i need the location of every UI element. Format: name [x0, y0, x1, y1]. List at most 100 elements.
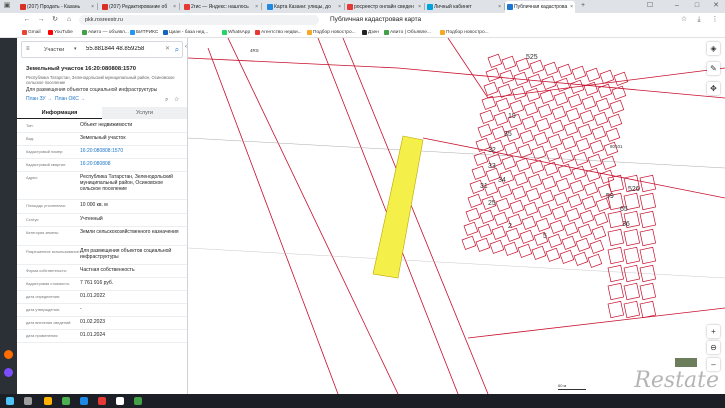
app-icon[interactable] [80, 397, 88, 405]
attribute-value[interactable]: 16:20:080808:1570 [80, 148, 184, 154]
bookmark-item[interactable]: Агентство недви... [255, 28, 302, 37]
plan-oks-link[interactable]: План ОКС → [55, 96, 85, 102]
attribute-key: Кадастровый номер: [26, 149, 64, 154]
bookmark-item[interactable]: Авито | Объявле... [384, 28, 431, 37]
forward-arrow-icon[interactable]: → [36, 15, 46, 25]
scale-bar [558, 389, 586, 390]
collapse-panel-icon[interactable]: ‹ [185, 44, 187, 50]
parcel-outline [487, 53, 503, 68]
parcel-outline [533, 131, 549, 146]
tab-separator [97, 3, 98, 10]
bookmark-item[interactable]: Подбор новостро... [440, 28, 489, 37]
yandex-icon[interactable] [116, 397, 124, 405]
parcel-outline [571, 65, 587, 80]
close-tab-icon[interactable]: × [338, 1, 341, 13]
app-icon[interactable] [98, 397, 106, 405]
close-window-button[interactable]: ✕ [711, 1, 721, 11]
tab-services[interactable]: Услуги [102, 107, 187, 119]
new-tab-button[interactable]: + [578, 1, 588, 11]
tab-separator [179, 3, 180, 10]
bookmark-item[interactable]: БИТРИКС [130, 28, 158, 37]
app-icon[interactable] [4, 350, 13, 359]
browser-tab[interactable]: (207) Редактирование об × [100, 1, 178, 13]
chevron-down-icon[interactable]: ▾ [74, 46, 77, 52]
explorer-icon[interactable] [44, 397, 52, 405]
bookmark-item[interactable]: Дзен [362, 28, 379, 37]
minimize-button[interactable]: – [672, 1, 682, 11]
close-tab-icon[interactable]: × [498, 1, 501, 13]
address-bar[interactable]: pkk.rosreestr.ru [79, 15, 319, 25]
browser-tab[interactable]: Личный кабинет × [425, 1, 503, 13]
attribute-row: дата определения: 01.01.2022 [17, 291, 187, 304]
zoom-to-icon[interactable]: ⌕ [165, 97, 168, 103]
start-icon[interactable] [6, 397, 14, 405]
bookmark-manager-icon[interactable]: ☐ [645, 1, 655, 11]
bookmark-star-icon[interactable]: ☆ [679, 15, 689, 25]
parcel-outline [489, 239, 505, 254]
bookmark-item[interactable]: YouTube [48, 28, 73, 37]
selected-parcel [372, 135, 424, 279]
bookmark-label: Авито — объявл... [88, 30, 129, 35]
search-icon[interactable]: ⌕ [172, 45, 182, 55]
parcel-outline [535, 117, 551, 132]
bookmark-item[interactable]: Циан - база нед... [163, 28, 208, 37]
cadastral-map[interactable]: 80101 4RS 525 526 59 65 36 32 33 34 35 19 31 25 2 5 ◈ ✎… [188, 38, 725, 394]
close-tab-icon[interactable]: × [418, 1, 421, 13]
menu-lines-icon[interactable]: ≡ [26, 46, 30, 52]
browser-tab[interactable]: Карта Казани: улицы, до × [265, 1, 343, 13]
parcel-outline [607, 246, 625, 265]
browser-tab[interactable]: 2гис — Яндекс: нашлось × [182, 1, 260, 13]
browser-tab[interactable]: (207) Продать - Казань × [18, 1, 96, 13]
back-arrow-icon[interactable]: ← [22, 15, 32, 25]
home-icon[interactable]: ⌂ [64, 15, 74, 25]
parcel-outline [475, 237, 491, 252]
parcel-outline [593, 211, 609, 226]
search-box[interactable]: ≡ Участки ▾ ✕ ⌕ [21, 41, 183, 58]
menu-icon[interactable]: ⋮ [710, 15, 720, 25]
attribute-row: дата внесения сведений: 01.02.2023 [17, 317, 187, 330]
parcel-outline [549, 119, 565, 134]
close-tab-icon[interactable]: × [255, 1, 258, 13]
zoom-in-button[interactable]: + [707, 325, 720, 338]
attribute-value: 01.01.2022 [80, 293, 106, 299]
close-tab-icon[interactable]: × [173, 1, 176, 13]
attribute-value: Для размещения объектов социальной инфра… [80, 248, 172, 260]
bookmark-item[interactable]: Gmail [22, 28, 41, 37]
boundary-line [188, 137, 725, 169]
app-icon[interactable] [134, 397, 142, 405]
bookmark-item[interactable]: WhatsApp [222, 28, 250, 37]
reload-icon[interactable]: ↻ [50, 15, 60, 25]
assistant-icon[interactable] [4, 368, 13, 377]
close-tab-icon[interactable]: × [570, 1, 573, 13]
measure-icon[interactable]: ✎ [707, 62, 720, 75]
attribute-row: Разрешенное использование: Для размещения… [17, 246, 187, 265]
favorite-star-icon[interactable]: ☆ [174, 97, 179, 103]
panel-tabs: Информация Услуги [17, 107, 187, 119]
parcel-outline [623, 282, 641, 301]
attribute-value[interactable]: 16:20:080808 [80, 161, 184, 167]
browser-tab[interactable]: росреестр онлайн сведен × [345, 1, 423, 13]
bookmark-item[interactable]: Авито — объявл... [82, 28, 129, 37]
layers-icon[interactable]: ◈ [707, 42, 720, 55]
settings-icon[interactable]: ✥ [707, 82, 720, 95]
clear-icon[interactable]: ✕ [165, 45, 170, 52]
download-icon[interactable]: ⤓ [694, 15, 704, 25]
parcel-outline [523, 201, 539, 216]
attribute-key: Форма собственности: [26, 268, 67, 273]
close-tab-icon[interactable]: × [91, 1, 94, 13]
tab-info[interactable]: Информация [17, 107, 102, 119]
plan-zu-link[interactable]: План ЗУ → [26, 96, 52, 102]
bookmark-item[interactable]: Подбор новостро... [307, 28, 356, 37]
browser-tab[interactable]: Публичная кадастрова × [505, 1, 575, 13]
search-input[interactable] [86, 46, 166, 52]
basemap-thumbnail[interactable] [674, 357, 698, 368]
parcel-outline [607, 113, 623, 128]
map-canvas[interactable]: 801014RS5255265965363233343519312525 [188, 38, 725, 394]
maximize-button[interactable]: □ [692, 1, 702, 11]
search-type-select[interactable]: Участки [44, 47, 64, 53]
window-menu-icon[interactable]: ▣ [2, 1, 12, 11]
chrome-icon[interactable] [62, 397, 70, 405]
parcel-outline [585, 167, 601, 182]
search-icon[interactable] [24, 397, 32, 405]
attribute-row: Кадастровый номер: 16:20:080808:1570 [17, 146, 187, 159]
